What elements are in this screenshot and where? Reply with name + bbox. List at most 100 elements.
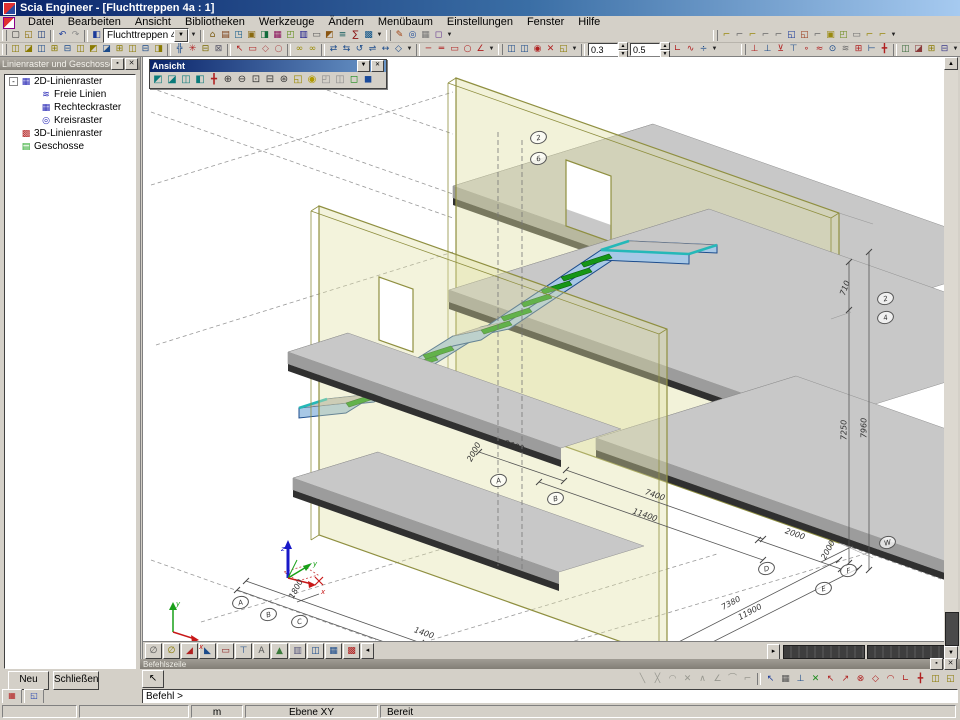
menu-einstellungen[interactable]: Einstellungen xyxy=(440,16,520,29)
tree-item-geschosse[interactable]: ▤ Geschosse xyxy=(5,140,135,153)
document-icon[interactable]: ▥ xyxy=(297,29,310,42)
zoom-picture-icon[interactable]: ◎ xyxy=(406,29,419,42)
menu-datei[interactable]: Datei xyxy=(21,16,61,29)
shading-icon[interactable]: ▲ xyxy=(271,643,288,659)
fillet-icon[interactable]: ∿ xyxy=(684,43,697,56)
mirror-icon[interactable]: ⇌ xyxy=(366,43,379,56)
hide-elements-icon[interactable]: ◉ xyxy=(531,43,544,56)
wizard-icon[interactable]: ◻ xyxy=(432,29,445,42)
model-view-canvas[interactable] xyxy=(143,57,945,641)
tree-item-freie-linien[interactable]: ≋ Freie Linien xyxy=(5,88,135,101)
free-bar-icon[interactable]: ⌐ xyxy=(876,29,889,42)
grid-step-stepper[interactable]: ▲▼ xyxy=(630,42,670,58)
toolbar-overflow-icon[interactable]: ▼ xyxy=(951,43,960,56)
shell-icon[interactable]: ⌐ xyxy=(811,29,824,42)
toolbar-overflow-icon[interactable]: ▼ xyxy=(445,29,454,42)
support-point-icon[interactable]: ⊙ xyxy=(826,43,839,56)
tree-expander-icon[interactable] xyxy=(9,142,18,151)
subsoil-icon[interactable]: ≋ xyxy=(839,43,852,56)
scale-tool-icon[interactable]: ◫ xyxy=(9,43,22,56)
toolbar-overflow-icon[interactable]: ▼ xyxy=(889,29,898,42)
select-rect-icon[interactable]: ▭ xyxy=(246,43,259,56)
menu-menuebaum[interactable]: Menübaum xyxy=(371,16,440,29)
undo-icon[interactable]: ↶ xyxy=(56,29,69,42)
rib-icon[interactable]: ⌐ xyxy=(759,29,772,42)
schliessen-button[interactable]: Schließen xyxy=(53,671,99,690)
ucs-icon[interactable]: ╋ xyxy=(207,73,221,87)
support-sliding-icon[interactable]: ⊤ xyxy=(787,43,800,56)
tree-item-rechteckraster[interactable]: ▦ Rechteckraster xyxy=(5,101,135,114)
toolbar-overflow-icon[interactable]: ▼ xyxy=(375,29,384,42)
node-filter-icon[interactable]: ◩ xyxy=(87,43,100,56)
draw-parallel-icon[interactable]: ═ xyxy=(435,43,448,56)
snap-endpoint-icon[interactable]: ╲ xyxy=(635,672,650,686)
print-icon[interactable]: ▭ xyxy=(310,29,323,42)
menu-aendern[interactable]: Ändern xyxy=(321,16,370,29)
named-selection-icon[interactable]: ∞ xyxy=(306,43,319,56)
labels-abc-icon[interactable]: A xyxy=(253,643,270,659)
ansicht-titlebar[interactable]: Ansicht ▼ ✕ xyxy=(150,60,386,72)
zoom-in-icon[interactable]: ⊕ xyxy=(221,73,235,87)
subregion-icon[interactable]: ◰ xyxy=(837,29,850,42)
support-hinged-icon[interactable]: ⊥ xyxy=(761,43,774,56)
visible-filter-icon[interactable]: ∞ xyxy=(293,43,306,56)
table-composer-icon[interactable]: ▦ xyxy=(419,29,432,42)
panel-titlebar[interactable]: Linienraster und Geschosse ▪ ✕ xyxy=(0,57,140,70)
erase-icon[interactable]: ✕ xyxy=(544,43,557,56)
zoom-window-icon[interactable]: ⊡ xyxy=(249,73,263,87)
snap-arc-icon[interactable]: ◠ xyxy=(665,672,680,686)
toolbar-grip[interactable] xyxy=(498,44,503,55)
catalog-block-icon[interactable]: ⌐ xyxy=(863,29,876,42)
tree-expander-icon[interactable] xyxy=(29,90,38,99)
dot-grid-icon[interactable]: ▩ xyxy=(343,643,360,659)
select-all-icon[interactable]: ○ xyxy=(272,43,285,56)
toolbar-overflow-icon[interactable]: ▼ xyxy=(710,43,719,56)
redo-icon[interactable]: ↷ xyxy=(69,29,82,42)
mdi-document-icon[interactable] xyxy=(3,17,15,29)
rendered-view-icon[interactable]: ◼ xyxy=(361,73,375,87)
snap-intersection-icon[interactable]: ✕ xyxy=(680,672,695,686)
snap-tolerance-input[interactable] xyxy=(588,43,618,56)
section-c-icon[interactable]: ⊞ xyxy=(48,43,61,56)
tree-item-3d-linienraster[interactable]: ▩ 3D-Linienraster xyxy=(5,127,135,140)
vertical-scrollbar[interactable]: ▲ ▼ xyxy=(944,57,958,659)
load-group-icon[interactable]: ◪ xyxy=(912,43,925,56)
tree-item-2d-linienraster[interactable]: - ▦ 2D-Linienraster xyxy=(5,75,135,88)
snap-midpoint-icon[interactable]: ╳ xyxy=(650,672,665,686)
load-panel-icon[interactable]: ▭ xyxy=(850,29,863,42)
view-direction-z-icon[interactable]: ◫ xyxy=(179,73,193,87)
libraries-icon[interactable]: ▤ xyxy=(219,29,232,42)
toolbar-overflow-icon[interactable]: ▼ xyxy=(405,43,414,56)
support-line-icon[interactable]: ≈ xyxy=(813,43,826,56)
intersect-icon[interactable]: ╬ xyxy=(173,43,186,56)
activity-icon[interactable]: ▣ xyxy=(245,29,258,42)
menu-werkzeuge[interactable]: Werkzeuge xyxy=(252,16,321,29)
snap-ortho-icon[interactable]: ⌐ xyxy=(740,672,755,686)
paperspace-icon[interactable]: ◰ xyxy=(284,29,297,42)
bill-of-material-icon[interactable]: ≡ xyxy=(336,29,349,42)
draw-angle-icon[interactable]: ∠ xyxy=(474,43,487,56)
axes-display-icon[interactable]: ◣ xyxy=(199,643,216,659)
support-fixed-icon[interactable]: ⊥ xyxy=(748,43,761,56)
neu-button[interactable]: Neu xyxy=(8,671,49,690)
supports-display-icon[interactable]: ▭ xyxy=(217,643,234,659)
pin-icon[interactable]: ▪ xyxy=(930,658,943,670)
scroll-thumb[interactable] xyxy=(945,612,959,646)
section-a-icon[interactable]: ◪ xyxy=(22,43,35,56)
strip-right-arrow-icon[interactable]: ▸ xyxy=(767,644,780,660)
explode-icon[interactable]: ✳ xyxy=(186,43,199,56)
wireframe-icon[interactable]: ◻ xyxy=(347,73,361,87)
befehlszeile-titlebar[interactable]: Befehlszeile ▪ ✕ xyxy=(140,659,960,669)
snap-angle-icon[interactable]: ∟ xyxy=(671,43,684,56)
stepper-up-icon[interactable]: ▲ xyxy=(660,42,670,50)
mesh-icon[interactable]: ▩ xyxy=(362,29,375,42)
viewport-1-icon[interactable]: ◫ xyxy=(505,43,518,56)
gallery-icon[interactable]: ▦ xyxy=(271,29,284,42)
snap-settings-icon[interactable]: ◱ xyxy=(943,672,958,686)
toolbar-grip[interactable] xyxy=(386,30,391,41)
opening-icon[interactable]: ▣ xyxy=(824,29,837,42)
calculation-icon[interactable]: ∑ xyxy=(349,29,362,42)
combination-icon[interactable]: ⊞ xyxy=(925,43,938,56)
load-case-icon[interactable]: ◫ xyxy=(899,43,912,56)
command-input[interactable] xyxy=(143,691,957,702)
